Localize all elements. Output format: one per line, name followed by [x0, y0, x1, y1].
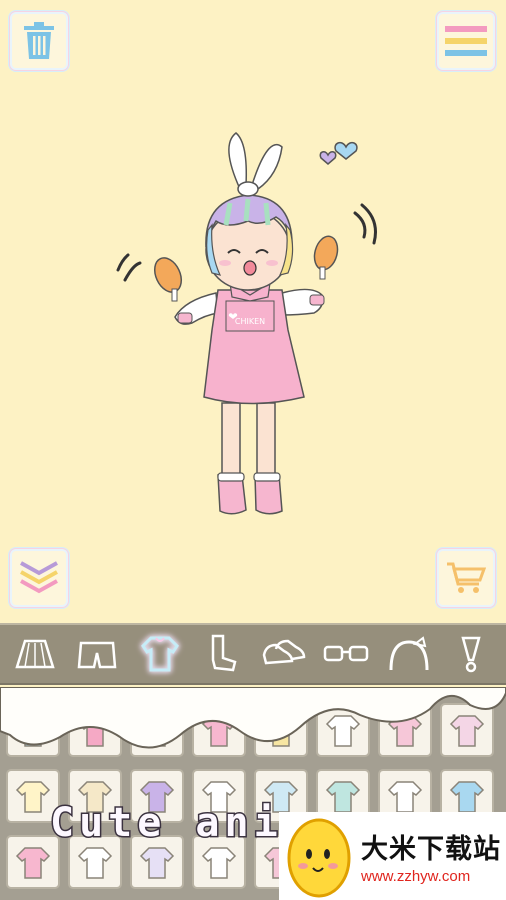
item-slot[interactable] — [130, 703, 184, 757]
socks-icon — [211, 634, 237, 672]
garment-thumbnail-icon — [15, 847, 51, 879]
garment-thumbnail-icon — [139, 847, 175, 879]
tab-socks[interactable] — [198, 630, 246, 678]
trash-icon — [24, 22, 54, 59]
garment-thumbnail-icon — [387, 715, 423, 747]
character-figure[interactable]: CHIKEN — [100, 125, 380, 525]
garment-thumbnail-icon — [325, 715, 361, 747]
menu-button[interactable] — [439, 14, 493, 68]
garment-thumbnail-icon — [139, 715, 175, 747]
garment-thumbnail-icon — [77, 847, 113, 879]
motion-lines-right — [353, 203, 377, 245]
item-slot[interactable] — [378, 703, 432, 757]
category-bar — [0, 623, 506, 685]
garment-thumbnail-icon — [15, 715, 51, 747]
garment-thumbnail-icon — [15, 781, 51, 813]
watermark-name: 大米下载站 — [361, 834, 501, 865]
tops-icon — [140, 636, 179, 672]
garment-thumbnail-icon — [449, 781, 485, 813]
menu-icon — [445, 26, 487, 56]
accessory-icon — [461, 636, 481, 673]
glasses-icon — [324, 645, 369, 662]
tab-glasses[interactable] — [322, 630, 370, 678]
garment-thumbnail-icon — [387, 781, 423, 813]
shorts-icon — [78, 641, 117, 669]
heart-icon — [334, 141, 358, 160]
chevron-down-icon — [20, 561, 58, 594]
tab-shorts[interactable] — [73, 630, 121, 678]
trash-button[interactable] — [12, 14, 66, 68]
item-slot[interactable] — [254, 703, 308, 757]
garment-thumbnail-icon — [449, 715, 485, 747]
shop-button[interactable] — [439, 551, 493, 605]
item-slot[interactable] — [192, 703, 246, 757]
item-slot[interactable] — [68, 703, 122, 757]
motion-lines-left — [116, 253, 142, 282]
headband-icon — [389, 636, 429, 671]
tab-headbands[interactable] — [385, 630, 433, 678]
item-slot[interactable] — [440, 703, 494, 757]
watermark-url: www.zzhyw.com — [361, 868, 471, 885]
garment-thumbnail-icon — [325, 781, 361, 813]
heart-icon — [319, 150, 337, 165]
garment-thumbnail-icon — [77, 715, 113, 747]
watermark: 大米下载站 www.zzhyw.com — [279, 812, 506, 900]
garment-thumbnail-icon — [201, 847, 237, 879]
garment-thumbnail-icon — [201, 715, 237, 747]
shirt-logo-text: CHIKEN — [235, 317, 265, 326]
tab-accessories[interactable] — [447, 630, 495, 678]
garment-thumbnail-icon — [263, 715, 299, 747]
item-slot[interactable] — [316, 703, 370, 757]
skirt-icon — [15, 639, 55, 669]
shoes-icon — [262, 639, 306, 665]
tab-tops[interactable] — [136, 630, 184, 678]
egg-mascot-logo — [287, 818, 351, 898]
item-slot[interactable] — [6, 703, 60, 757]
tab-shoes[interactable] — [260, 630, 308, 678]
cart-icon — [447, 562, 486, 593]
collapse-button[interactable] — [12, 551, 66, 605]
promo-banner-text: Cute ani — [49, 799, 283, 848]
tab-skirts[interactable] — [11, 630, 59, 678]
